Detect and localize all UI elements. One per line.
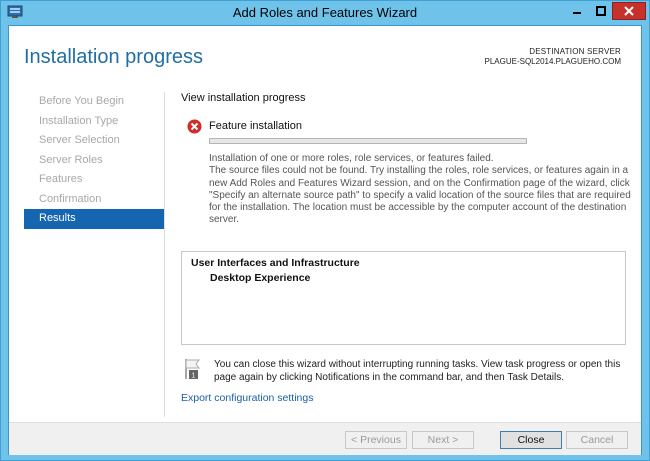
notification-flag-icon: 1 (185, 359, 200, 380)
step-confirmation: Confirmation (39, 192, 102, 205)
step-before-you-begin: Before You Begin (39, 95, 125, 107)
maximize-button[interactable] (590, 2, 612, 20)
svg-text:1: 1 (192, 373, 196, 380)
installation-progress-bar (209, 138, 527, 144)
page-title: Installation progress (24, 46, 203, 68)
minimize-icon (573, 12, 581, 14)
wizard-header: Installation progress DESTINATION SERVER… (9, 26, 641, 86)
step-features: Features (39, 173, 83, 185)
step-results[interactable]: Results (24, 209, 164, 229)
previous-button[interactable]: < Previous (345, 431, 407, 449)
results-list[interactable]: User Interfaces and Infrastructure Deskt… (181, 251, 626, 345)
destination-server-name: PLAGUE-SQL2014.PLAGUEHO.COM (484, 57, 622, 66)
title-bar[interactable]: Add Roles and Features Wizard (1, 1, 649, 25)
result-item-group: User Interfaces and Infrastructure (191, 257, 360, 269)
step-server-roles: Server Roles (39, 153, 103, 166)
step-installation-type: Installation Type (39, 114, 119, 127)
section-label: View installation progress (181, 92, 306, 104)
wizard-client: Installation progress DESTINATION SERVER… (8, 25, 642, 455)
feature-installation-title: Feature installation (209, 120, 302, 132)
close-button[interactable]: Close (500, 431, 562, 449)
minimize-button[interactable] (564, 2, 590, 20)
window-close-button[interactable] (612, 2, 646, 20)
destination-server-label: DESTINATION SERVER (529, 47, 621, 56)
window-title: Add Roles and Features Wizard (232, 5, 418, 20)
wizard-footer: < Previous Next > Close Cancel (9, 422, 641, 455)
cancel-button[interactable]: Cancel (566, 431, 628, 449)
divider (164, 92, 165, 417)
step-server-selection: Server Selection (39, 134, 120, 146)
maximize-icon (596, 6, 606, 16)
result-item-feature: Desktop Experience (210, 272, 311, 284)
message-summary: Installation of one or more roles, role … (209, 153, 494, 164)
next-button[interactable]: Next > (412, 431, 474, 449)
close-wizard-note: You can close this wizard without interr… (214, 359, 621, 383)
message-details: The source files could not be found. Try… (209, 165, 631, 226)
status-message: Installation of one or more roles, role … (209, 153, 631, 227)
close-icon (624, 6, 634, 16)
wizard-step-list: Before You Begin Installation Type Serve… (24, 92, 164, 229)
export-configuration-link[interactable]: Export configuration settings (181, 392, 314, 404)
error-icon (187, 119, 202, 134)
wizard-window: Add Roles and Features Wizard Installati… (0, 0, 650, 461)
